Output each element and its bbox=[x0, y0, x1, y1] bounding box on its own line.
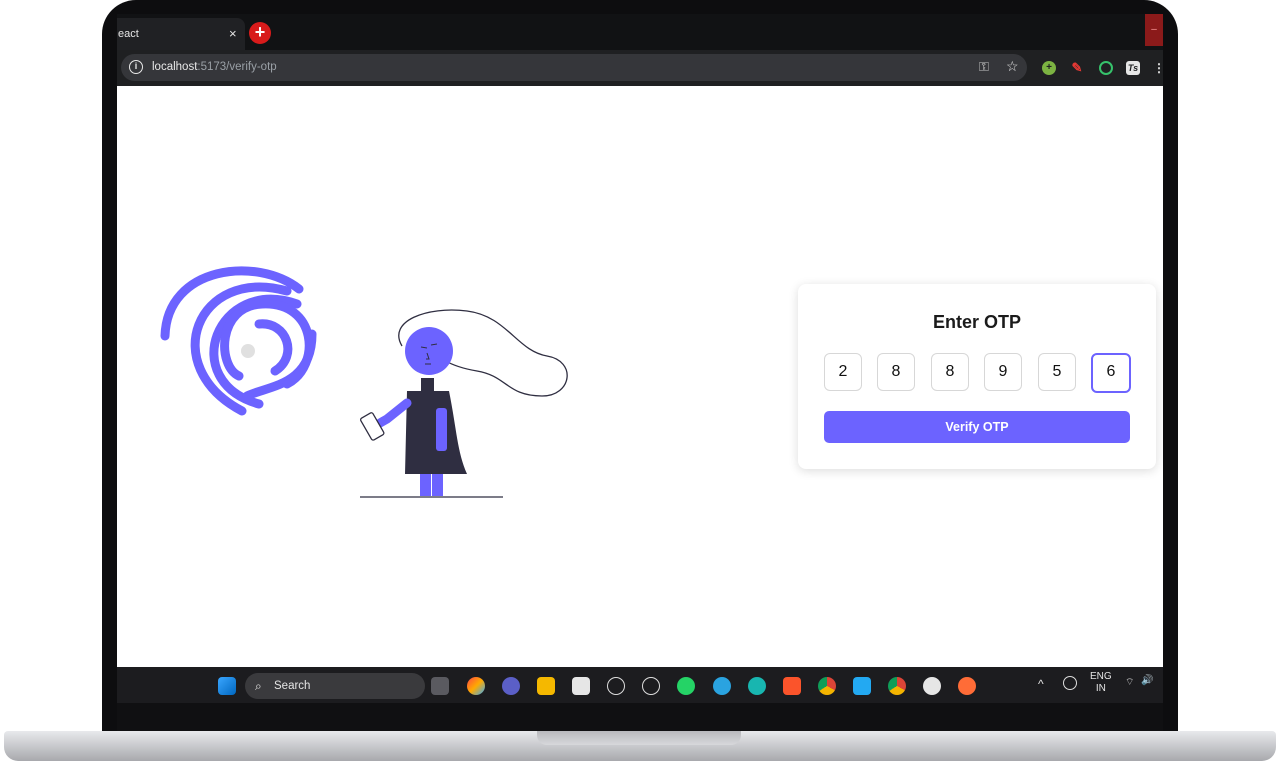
fingerprint-arc-6 bbox=[254, 319, 293, 376]
phone bbox=[360, 412, 385, 441]
wifi-icon[interactable]: ⌔ bbox=[1125, 676, 1134, 689]
otp-digit-input[interactable]: 2 bbox=[824, 353, 862, 391]
taskbar-search[interactable]: ⌕ Search bbox=[245, 673, 425, 699]
tray-overflow-icon[interactable]: ^ bbox=[1038, 677, 1044, 691]
otp-digit-input-active[interactable]: 6 bbox=[1091, 353, 1131, 393]
new-tab-button[interactable]: + bbox=[249, 22, 271, 44]
otp-digit-input[interactable]: 8 bbox=[931, 353, 969, 391]
arm bbox=[375, 398, 412, 428]
window-minimize-button[interactable]: – bbox=[1145, 14, 1163, 46]
person-illustration bbox=[360, 309, 568, 498]
fingerprint-arc-5 bbox=[220, 299, 314, 389]
browser-chrome: eact × + – i localhost:5173/verify-otp ⚿… bbox=[117, 14, 1163, 86]
region-label: IN bbox=[1095, 683, 1106, 694]
address-bar[interactable]: i localhost:5173/verify-otp ⚿ ☆ bbox=[121, 54, 1027, 81]
plus-green-icon[interactable]: + bbox=[1042, 61, 1056, 75]
leg-right bbox=[432, 474, 443, 496]
otp-digit-input[interactable]: 9 bbox=[984, 353, 1022, 391]
teams-icon[interactable] bbox=[502, 677, 520, 695]
obs-icon[interactable] bbox=[642, 677, 660, 695]
bookmark-star-icon[interactable]: ☆ bbox=[1006, 58, 1019, 75]
url-text[interactable]: localhost:5173/verify-otp bbox=[152, 61, 277, 73]
otp-card: Enter OTP 2 8 8 9 5 6 Verify OTP bbox=[798, 284, 1156, 469]
copilot-icon[interactable] bbox=[467, 677, 485, 695]
mongodb-icon[interactable] bbox=[923, 677, 941, 695]
edge-icon[interactable] bbox=[748, 677, 766, 695]
otp-digit-input[interactable]: 8 bbox=[877, 353, 915, 391]
chrome-icon[interactable] bbox=[818, 677, 836, 695]
leg-left bbox=[420, 474, 431, 496]
volume-icon[interactable]: 🔊 bbox=[1141, 675, 1153, 686]
lang-label: ENG bbox=[1090, 671, 1112, 682]
search-icon: ⌕ bbox=[255, 679, 262, 693]
laptop-notch bbox=[537, 731, 741, 745]
pen-red-icon[interactable]: ✎ bbox=[1070, 61, 1084, 75]
head bbox=[405, 327, 453, 375]
menu-icon[interactable]: ⋮ bbox=[1153, 61, 1163, 75]
postman-icon[interactable] bbox=[958, 677, 976, 695]
otp-digit-input[interactable]: 5 bbox=[1038, 353, 1076, 391]
url-host: localhost bbox=[152, 61, 198, 73]
ts-icon[interactable]: Ts bbox=[1126, 61, 1140, 75]
otp-title: Enter OTP bbox=[932, 312, 1021, 332]
site-info-icon[interactable]: i bbox=[129, 60, 143, 74]
tab-title: eact bbox=[118, 28, 139, 40]
search-label: Search bbox=[274, 680, 311, 692]
browser-tab[interactable]: eact × bbox=[117, 18, 245, 50]
vscode-icon[interactable] bbox=[853, 677, 871, 695]
target-green-icon[interactable] bbox=[1099, 61, 1113, 75]
sync-icon[interactable] bbox=[1063, 676, 1077, 690]
tab-strip: eact × + – bbox=[117, 14, 1163, 50]
bag-strap bbox=[436, 408, 447, 451]
screen: eact × + – i localhost:5173/verify-otp ⚿… bbox=[117, 14, 1163, 703]
telegram-icon[interactable] bbox=[713, 677, 731, 695]
chrome-active-icon[interactable] bbox=[888, 677, 906, 695]
password-key-icon[interactable]: ⚿ bbox=[979, 59, 989, 75]
fingerprint-dot bbox=[241, 344, 255, 358]
tab-close-icon[interactable]: × bbox=[229, 20, 237, 48]
url-path: :5173/verify-otp bbox=[197, 61, 277, 73]
whatsapp-icon[interactable] bbox=[677, 677, 695, 695]
store-icon[interactable] bbox=[572, 677, 590, 695]
windows-start-icon[interactable] bbox=[218, 677, 236, 695]
file-explorer-icon[interactable] bbox=[537, 677, 555, 695]
windows-taskbar: ⌕ Search ^ ENG IN ⌔ 🔊 bbox=[117, 667, 1163, 703]
brave-icon[interactable] bbox=[783, 677, 801, 695]
dell-icon[interactable] bbox=[607, 677, 625, 695]
verify-otp-button[interactable]: Verify OTP bbox=[824, 411, 1130, 443]
neck bbox=[421, 378, 434, 392]
language-indicator[interactable]: ENG IN bbox=[1090, 671, 1112, 695]
task-view-icon[interactable] bbox=[431, 677, 449, 695]
page-content: Enter OTP 2 8 8 9 5 6 Verify OTP bbox=[117, 86, 1163, 667]
